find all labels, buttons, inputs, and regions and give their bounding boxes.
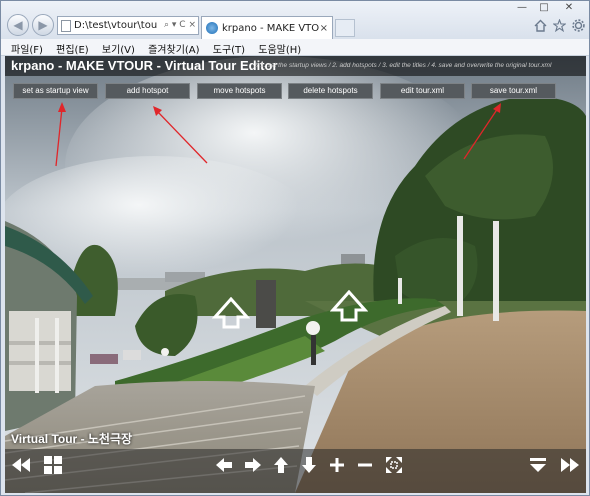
- zoom-out-icon[interactable]: [353, 453, 377, 477]
- menu-down-icon[interactable]: [526, 453, 550, 477]
- zoom-in-icon[interactable]: [325, 453, 349, 477]
- up-icon[interactable]: [269, 453, 293, 477]
- tab-close-icon[interactable]: ×: [320, 23, 328, 34]
- menu-tools[interactable]: 도구(T): [213, 39, 245, 56]
- gear-icon[interactable]: [571, 19, 585, 33]
- forward-arrow-icon: ▶: [38, 18, 48, 32]
- down-icon[interactable]: [297, 453, 321, 477]
- home-icon[interactable]: [533, 19, 547, 33]
- menu-edit[interactable]: 편집(E): [56, 39, 89, 56]
- tour-name: Virtual Tour - 노천극장: [11, 432, 133, 446]
- right-icon[interactable]: [241, 453, 265, 477]
- close-window-button[interactable]: ✕: [555, 1, 583, 15]
- move-hotspots-button[interactable]: move hotspots: [197, 83, 282, 99]
- add-hotspot-button[interactable]: add hotspot: [105, 83, 190, 99]
- left-icon[interactable]: [212, 453, 236, 477]
- address-tools[interactable]: ⌕ ▾ C ×: [164, 17, 196, 34]
- back-button[interactable]: ◀: [7, 14, 29, 36]
- browser-chrome: ◀ ▶ D:\test\vtour\tou ⌕ ▾ C × krpano - M…: [1, 1, 589, 39]
- save-tour-xml-button[interactable]: save tour.xml: [471, 83, 556, 99]
- address-bar[interactable]: D:\test\vtour\tou ⌕ ▾ C ×: [57, 16, 199, 35]
- set-startup-view-button[interactable]: set as startup view: [13, 83, 98, 99]
- tab-title: krpano - MAKE VTOUR - V...: [222, 22, 320, 34]
- forward-button[interactable]: ▶: [32, 14, 54, 36]
- hide-thumbs-icon[interactable]: [9, 453, 33, 477]
- menu-help[interactable]: 도움말(H): [258, 39, 301, 56]
- new-tab-button[interactable]: [335, 19, 355, 37]
- panorama-viewer[interactable]: krpano - MAKE VTOUR - Virtual Tour Edito…: [5, 56, 586, 493]
- control-bar: [5, 449, 586, 493]
- edit-tour-xml-button[interactable]: edit tour.xml: [380, 83, 465, 99]
- delete-hotspots-button[interactable]: delete hotspots: [288, 83, 373, 99]
- back-arrow-icon: ◀: [13, 18, 23, 32]
- thumbnails-icon[interactable]: [41, 453, 65, 477]
- star-icon[interactable]: [551, 18, 567, 33]
- maximize-button[interactable]: □: [533, 1, 555, 15]
- window-controls: — □ ✕: [511, 1, 583, 15]
- editor-title: krpano - MAKE VTOUR - Virtual Tour Edito…: [11, 58, 278, 73]
- next-icon[interactable]: [558, 453, 582, 477]
- minimize-button[interactable]: —: [511, 1, 533, 15]
- menu-favorites[interactable]: 즐겨찾기(A): [148, 39, 199, 56]
- browser-toolbar-icons: [533, 18, 585, 33]
- menu-bar: 파일(F) 편집(E) 보기(V) 즐겨찾기(A) 도구(T) 도움말(H): [1, 39, 589, 56]
- fullscreen-icon[interactable]: [382, 453, 406, 477]
- browser-tab[interactable]: krpano - MAKE VTOUR - V... ×: [201, 16, 333, 39]
- menu-file[interactable]: 파일(F): [11, 39, 43, 56]
- annotation-arrows: [55, 102, 501, 167]
- address-url: D:\test\vtour\tou: [74, 20, 158, 31]
- ie-favicon-icon: [206, 22, 218, 34]
- menu-view[interactable]: 보기(V): [102, 39, 135, 56]
- editor-titlebar: krpano - MAKE VTOUR - Virtual Tour Edito…: [5, 56, 586, 76]
- editor-hint: // 1. set the startup views / 2. add hot…: [255, 62, 552, 69]
- browser-window: ◀ ▶ D:\test\vtour\tou ⌕ ▾ C × krpano - M…: [0, 0, 590, 496]
- page-icon: [61, 19, 71, 32]
